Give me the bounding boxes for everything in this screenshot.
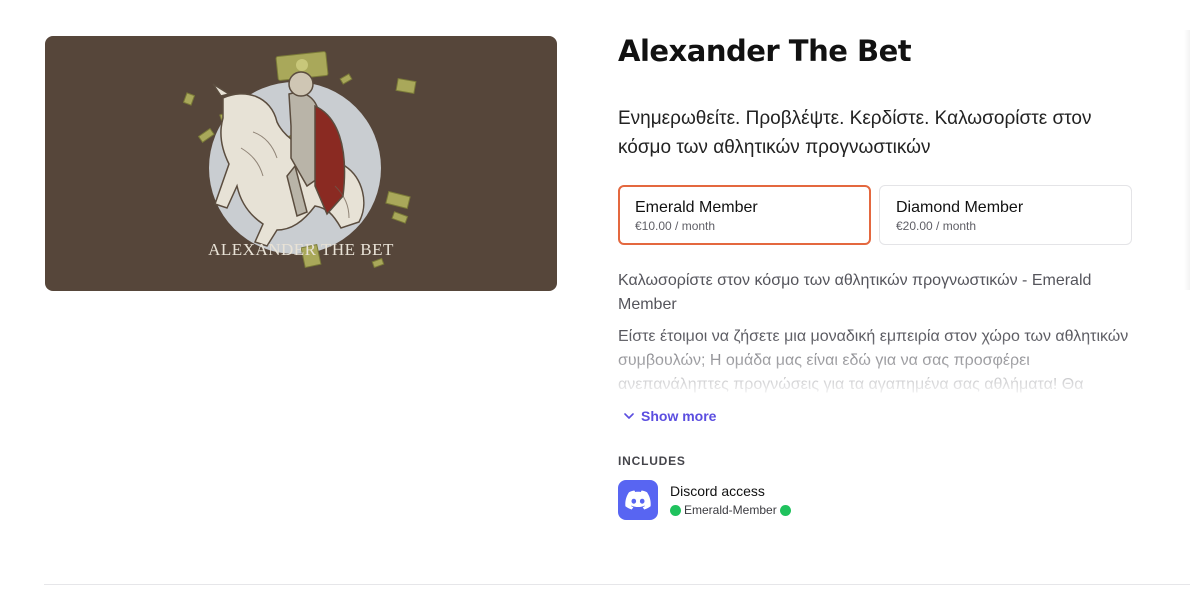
perk-discord-access: Discord access Emerald-Member <box>618 480 791 520</box>
perk-title: Discord access <box>670 483 765 499</box>
section-divider <box>44 584 1190 585</box>
role-name: Emerald-Member <box>684 503 777 517</box>
product-banner-image: ALEXANDER THE BET <box>45 36 557 291</box>
product-title: Alexander The Bet <box>618 34 912 68</box>
plan-price: €10.00 / month <box>635 219 716 233</box>
product-tagline: Ενημερωθείτε. Προβλέψτε. Κερδίστε. Καλωσ… <box>618 108 1092 158</box>
plan-option-emerald[interactable]: Emerald Member €10.00 / month <box>618 185 871 245</box>
banner-caption: ALEXANDER THE BET <box>208 240 394 259</box>
plan-price: €20.00 / month <box>896 219 977 233</box>
plan-option-diamond[interactable]: Diamond Member €20.00 / month <box>879 185 1132 245</box>
plan-name: Diamond Member <box>896 199 1024 216</box>
chevron-down-icon <box>624 412 634 419</box>
description-body: Είστε έτοιμοι να ζήσετε μια μοναδική εμπ… <box>618 328 1129 393</box>
role-dot-icon <box>670 504 681 516</box>
show-more-button[interactable]: Show more <box>624 408 716 424</box>
plan-name: Emerald Member <box>635 199 758 216</box>
plan-selector: Emerald Member €10.00 / month Diamond Me… <box>618 185 1132 245</box>
role-dot-icon <box>779 504 791 516</box>
includes-heading: INCLUDES <box>618 454 686 468</box>
side-panel-edge <box>1184 30 1190 290</box>
plan-description: Καλωσορίστε στον κόσμο των αθλητικών προ… <box>618 269 1138 393</box>
discord-icon <box>618 480 658 520</box>
product-page: ALEXANDER THE BET Alexander The Bet Ενημ… <box>0 0 1190 591</box>
description-title: Καλωσορίστε στον κόσμο των αθλητικών προ… <box>618 272 1092 313</box>
discord-role-badge: Emerald-Member <box>670 503 791 517</box>
show-more-label: Show more <box>641 408 717 424</box>
